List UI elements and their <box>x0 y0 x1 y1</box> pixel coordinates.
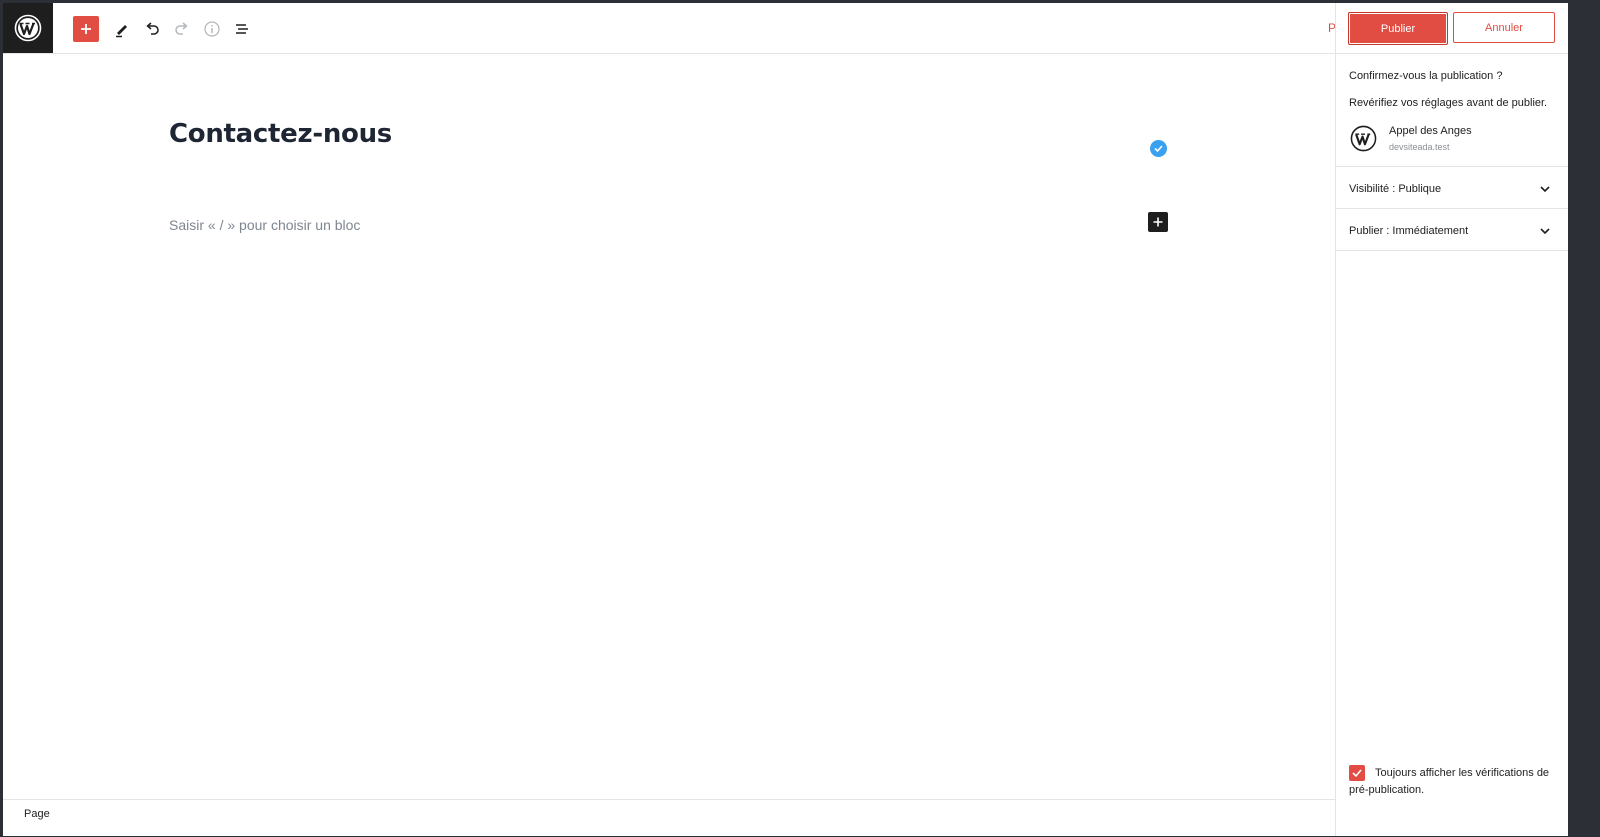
wordpress-logo-icon <box>14 14 42 42</box>
divider <box>1336 250 1568 251</box>
tools-button[interactable] <box>109 16 135 42</box>
checkmark-icon <box>1154 145 1163 153</box>
info-icon <box>204 21 220 37</box>
add-block-button[interactable] <box>73 16 99 42</box>
plus-icon <box>81 24 91 34</box>
editor-canvas: Contactez-nous Saisir « / » pour choisir… <box>3 54 1335 799</box>
publish-date-panel-toggle[interactable]: Publier : Immédiatement <box>1349 225 1468 237</box>
block-placeholder[interactable]: Saisir « / » pour choisir un bloc <box>169 217 360 233</box>
details-button[interactable] <box>199 16 225 42</box>
visibility-panel-toggle[interactable]: Visibilité : Publique <box>1349 183 1441 195</box>
redo-button[interactable] <box>169 16 195 42</box>
cancel-button[interactable]: Annuler <box>1453 12 1555 43</box>
undo-icon <box>146 22 159 35</box>
inline-add-block-button[interactable] <box>1148 212 1168 232</box>
confirm-title: Confirmez-vous la publication ? <box>1349 70 1503 82</box>
divider <box>1336 166 1568 167</box>
top-toolbar: P <box>3 3 1336 54</box>
publish-button[interactable]: Publier <box>1348 12 1448 45</box>
list-view-button[interactable] <box>229 16 255 42</box>
prepublish-checks-checkbox[interactable] <box>1349 765 1365 781</box>
prepublish-header: Publier Annuler <box>1336 3 1568 54</box>
site-name: Appel des Anges <box>1389 125 1472 137</box>
chevron-down-icon[interactable] <box>1539 225 1551 237</box>
breadcrumb[interactable]: Page <box>24 808 50 820</box>
title-check-badge <box>1150 140 1167 157</box>
plus-icon <box>1153 217 1163 227</box>
editor-window: P Contactez-nous Saisir « / » pour chois… <box>3 3 1568 836</box>
chevron-down-icon[interactable] <box>1539 183 1551 195</box>
undo-button[interactable] <box>139 16 165 42</box>
pencil-icon <box>116 25 127 38</box>
prepublish-panel: Publier Annuler Confirmez-vous la public… <box>1335 3 1568 836</box>
divider <box>1336 208 1568 209</box>
post-title[interactable]: Contactez-nous <box>169 119 392 149</box>
checkmark-icon <box>1352 769 1362 778</box>
confirm-description: Revérifiez vos réglages avant de publier… <box>1349 97 1548 109</box>
site-logo-icon <box>1350 125 1377 152</box>
redo-icon <box>175 22 188 35</box>
editor-footer: Page <box>3 799 1335 836</box>
prepublish-checks-label: Toujours afficher les vérifications de p… <box>1349 767 1550 796</box>
site-url: devsiteada.test <box>1389 142 1450 152</box>
wordpress-logo-button[interactable] <box>3 3 53 53</box>
list-view-icon <box>236 24 248 34</box>
